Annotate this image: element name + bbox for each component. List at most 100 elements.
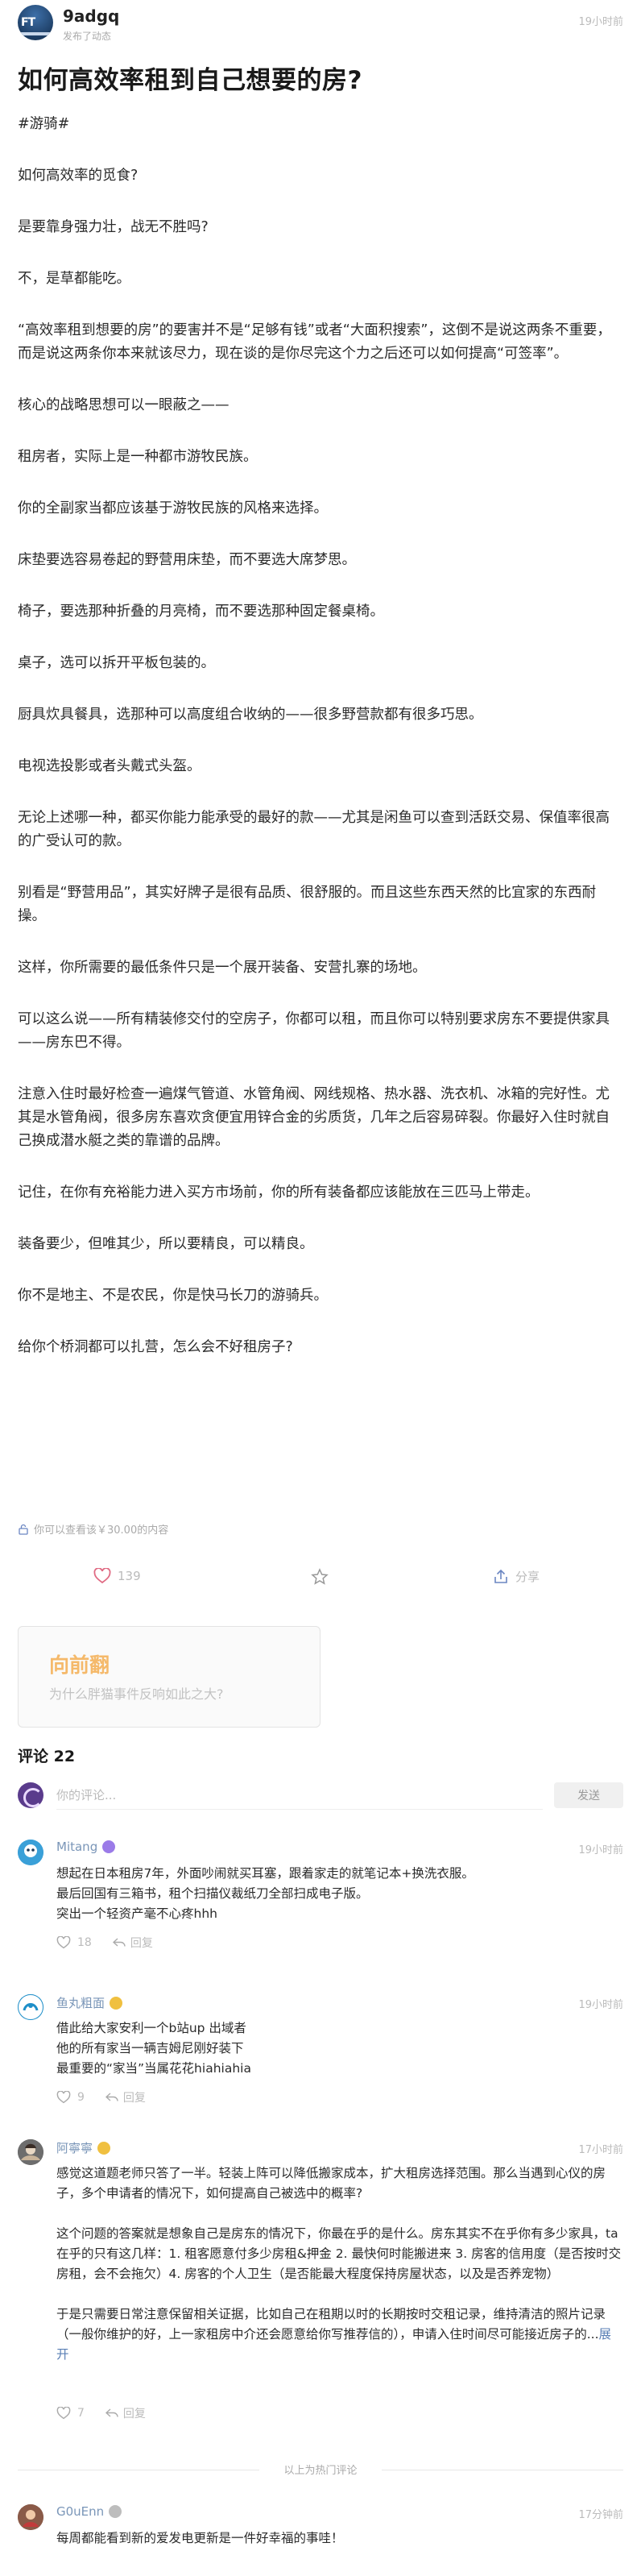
commenter-avatar[interactable] (18, 1840, 43, 1865)
current-user-avatar (18, 1782, 43, 1808)
level-badge-icon (109, 2505, 122, 2518)
paragraph: 别看是“野营用品”，其实好牌子是很有品质、很舒服的。而且这些东西天然的比宜家的东… (18, 885, 597, 924)
share-button[interactable]: 分享 (493, 1568, 540, 1585)
comment-actions: 9 回复 (56, 2089, 146, 2105)
paragraph: 厨具炊具餐具，选那种可以高度组合收纳的——很多野营款都有很多巧思。 (18, 707, 483, 723)
avatar-stripe (18, 32, 53, 35)
comment-actions: 7 回复 (56, 2405, 146, 2421)
like-button[interactable]: 139 (93, 1568, 141, 1584)
post-tag[interactable]: #游骑# (18, 113, 623, 136)
heart-icon (56, 1936, 71, 1949)
post-timestamp: 19小时前 (578, 16, 623, 28)
post-body: #游骑# 如何高效率的觅食? 是要靠身强力壮，战无不胜吗? 不，是草都能吃。 “… (18, 113, 623, 1388)
comment-time: 19小时前 (578, 1844, 623, 1856)
commenter-name[interactable]: 鱼丸粗面 (56, 1994, 123, 2011)
comment-text: 想起在日本租房7年，外面吵闹就买耳塞，跟着家走的就笔记本+换洗衣服。 最后回国有… (56, 1864, 623, 1924)
commenter-name[interactable]: 阿寧寧 (56, 2139, 111, 2156)
related-post-card[interactable]: 向前翻 为什么胖猫事件反响如此之大? (18, 1626, 320, 1728)
comment-paragraph: 于是只需要日常注意保留相关证据，比如自己在租期以时的长期按时交租记录，维持清洁的… (56, 2304, 623, 2365)
heart-icon (56, 2091, 71, 2104)
commenter-name[interactable]: Mitang (56, 1840, 116, 1854)
commenter-name[interactable]: G0uEnn (56, 2504, 122, 2519)
reply-label: 回复 (122, 2408, 146, 2420)
post-title: 如何高效率租到自己想要的房? (18, 66, 362, 95)
favorite-button[interactable] (311, 1568, 335, 1586)
heart-icon (93, 1568, 111, 1584)
comment-line: 他的所有家当一辆吉姆尼刚好装下 (56, 2041, 244, 2055)
comment-text: 借此给大家安利一个b站up 出域者 他的所有家当一辆吉姆尼刚好装下 最重要的“家… (56, 2018, 623, 2079)
comment-like-button[interactable]: 9 (56, 2091, 85, 2104)
share-icon (494, 1569, 507, 1583)
paragraph: 可以这么说——所有精装修交付的空房子，你都可以租，而且你可以特别要求房东不要提供… (18, 1011, 610, 1051)
author-subtitle: 发布了动态 (63, 31, 112, 42)
comment-line: 想起在日本租房7年，外面吵闹就买耳塞，跟着家走的就笔记本+换洗衣服。 (56, 1866, 474, 1881)
related-card-title: 向前翻 (49, 1653, 110, 1677)
level-badge-icon (110, 1996, 123, 2010)
lock-icon (19, 1524, 28, 1535)
send-button[interactable]: 发送 (554, 1782, 623, 1808)
comment-line: 每周都能看到新的爱发电更新是一件好幸福的事哇！ (56, 2531, 344, 2545)
reply-label: 回复 (122, 2092, 146, 2105)
reply-icon (105, 2408, 118, 2417)
comment-input[interactable] (56, 1781, 543, 1810)
comment-reply-button[interactable]: 回复 (112, 1935, 153, 1951)
comment-input-row: 发送 (18, 1779, 623, 1811)
paragraph: 如何高效率的觅食? (18, 168, 139, 184)
comment-item: 阿寧寧 17小时前 感觉这道题老师只答了一半。轻装上阵可以降低搬家成本，扩大租房… (18, 2139, 623, 2445)
heart-icon (56, 2407, 71, 2420)
commenter-avatar[interactable] (18, 2504, 43, 2530)
paywall-text: 你可以查看该￥30.00的内容 (34, 1524, 169, 1537)
comment-like-button[interactable]: 18 (56, 1936, 92, 1949)
star-icon (311, 1568, 329, 1585)
paragraph: 你不是地主、不是农民，你是快马长刀的游骑兵。 (18, 1288, 328, 1304)
comment-like-count: 18 (77, 1936, 92, 1949)
comment-text: 每周都能看到新的爱发电更新是一件好幸福的事哇！ (56, 2528, 623, 2549)
level-badge-icon (102, 1840, 116, 1853)
comment-like-count: 7 (77, 2407, 85, 2420)
comment-line: 最重要的“家当”当属花花hiahiahia (56, 2061, 251, 2076)
commenter-name-text: Mitang (56, 1840, 98, 1854)
comment-paragraph-text: 于是只需要日常注意保留相关证据，比如自己在租期以时的长期按时交租记录，维持清洁的… (56, 2307, 606, 2342)
hot-comments-divider: 以上为热门评论 (18, 2462, 623, 2478)
related-card-subtitle: 为什么胖猫事件反响如此之大? (49, 1686, 224, 1702)
post-header: FT 9adgq 发布了动态 19小时前 (18, 5, 623, 42)
author-name[interactable]: 9adgq (63, 6, 119, 26)
comment-paragraph: 感觉这道题老师只答了一半。轻装上阵可以降低搬家成本，扩大租房选择范围。那么当遇到… (56, 2166, 606, 2201)
reply-icon (105, 2093, 118, 2101)
commenter-name-text: 鱼丸粗面 (56, 1996, 105, 2010)
reply-icon (112, 1938, 126, 1947)
paragraph: 椅子，要选那种折叠的月亮椅，而不要选那种固定餐桌椅。 (18, 604, 384, 620)
commenter-avatar[interactable] (18, 2139, 43, 2165)
commenter-name-text: G0uEnn (56, 2504, 105, 2519)
paragraph: 床垫要选容易卷起的野营用床垫，而不要选大席梦思。 (18, 552, 356, 568)
comment-reply-button[interactable]: 回复 (105, 2089, 146, 2105)
commenter-avatar-graphic (18, 1840, 43, 1865)
commenter-avatar[interactable] (18, 1994, 43, 2020)
paragraph: 记住，在你有充裕能力进入买方市场前，你的所有装备都应该能放在三匹马上带走。 (18, 1184, 540, 1201)
post-actions: 139 分享 (18, 1562, 623, 1594)
comment-line: 借此给大家安利一个b站up 出域者 (56, 2021, 246, 2035)
paragraph: 核心的战略思想可以一眼蔽之—— (18, 397, 230, 413)
comment-reply-button[interactable]: 回复 (105, 2405, 146, 2421)
paragraph: 装备要少，但唯其少，所以要精良，可以精良。 (18, 1236, 314, 1252)
comment-text: 感觉这道题老师只答了一半。轻装上阵可以降低搬家成本，扩大租房选择范围。那么当遇到… (56, 2163, 623, 2365)
comments-heading: 评论 22 (18, 1748, 76, 1765)
comment-time: 19小时前 (578, 1999, 623, 2011)
comment-like-button[interactable]: 7 (56, 2407, 85, 2420)
level-badge-icon (97, 2141, 111, 2155)
comment-item: G0uEnn 17分钟前 每周都能看到新的爱发电更新是一件好幸福的事哇！ (18, 2504, 623, 2561)
paragraph: 是要靠身强力壮，战无不胜吗? (18, 219, 209, 235)
avatar-text: FT (21, 16, 35, 29)
commenter-avatar-graphic (18, 2139, 43, 2165)
comment-like-count: 9 (77, 2091, 85, 2104)
comment-item: 鱼丸粗面 19小时前 借此给大家安利一个b站up 出域者 他的所有家当一辆吉姆尼… (18, 1994, 623, 2115)
comment-line: 最后回国有三箱书，租个扫描仪裁纸刀全部扫成电子版。 (56, 1886, 369, 1901)
commenter-avatar-graphic (18, 2504, 43, 2530)
paywall-note: 你可以查看该￥30.00的内容 (18, 1521, 168, 1537)
author-avatar[interactable]: FT (18, 5, 53, 40)
share-label: 分享 (515, 1570, 540, 1584)
comment-time: 17分钟前 (578, 2509, 623, 2521)
paragraph: 不，是草都能吃。 (18, 271, 130, 287)
